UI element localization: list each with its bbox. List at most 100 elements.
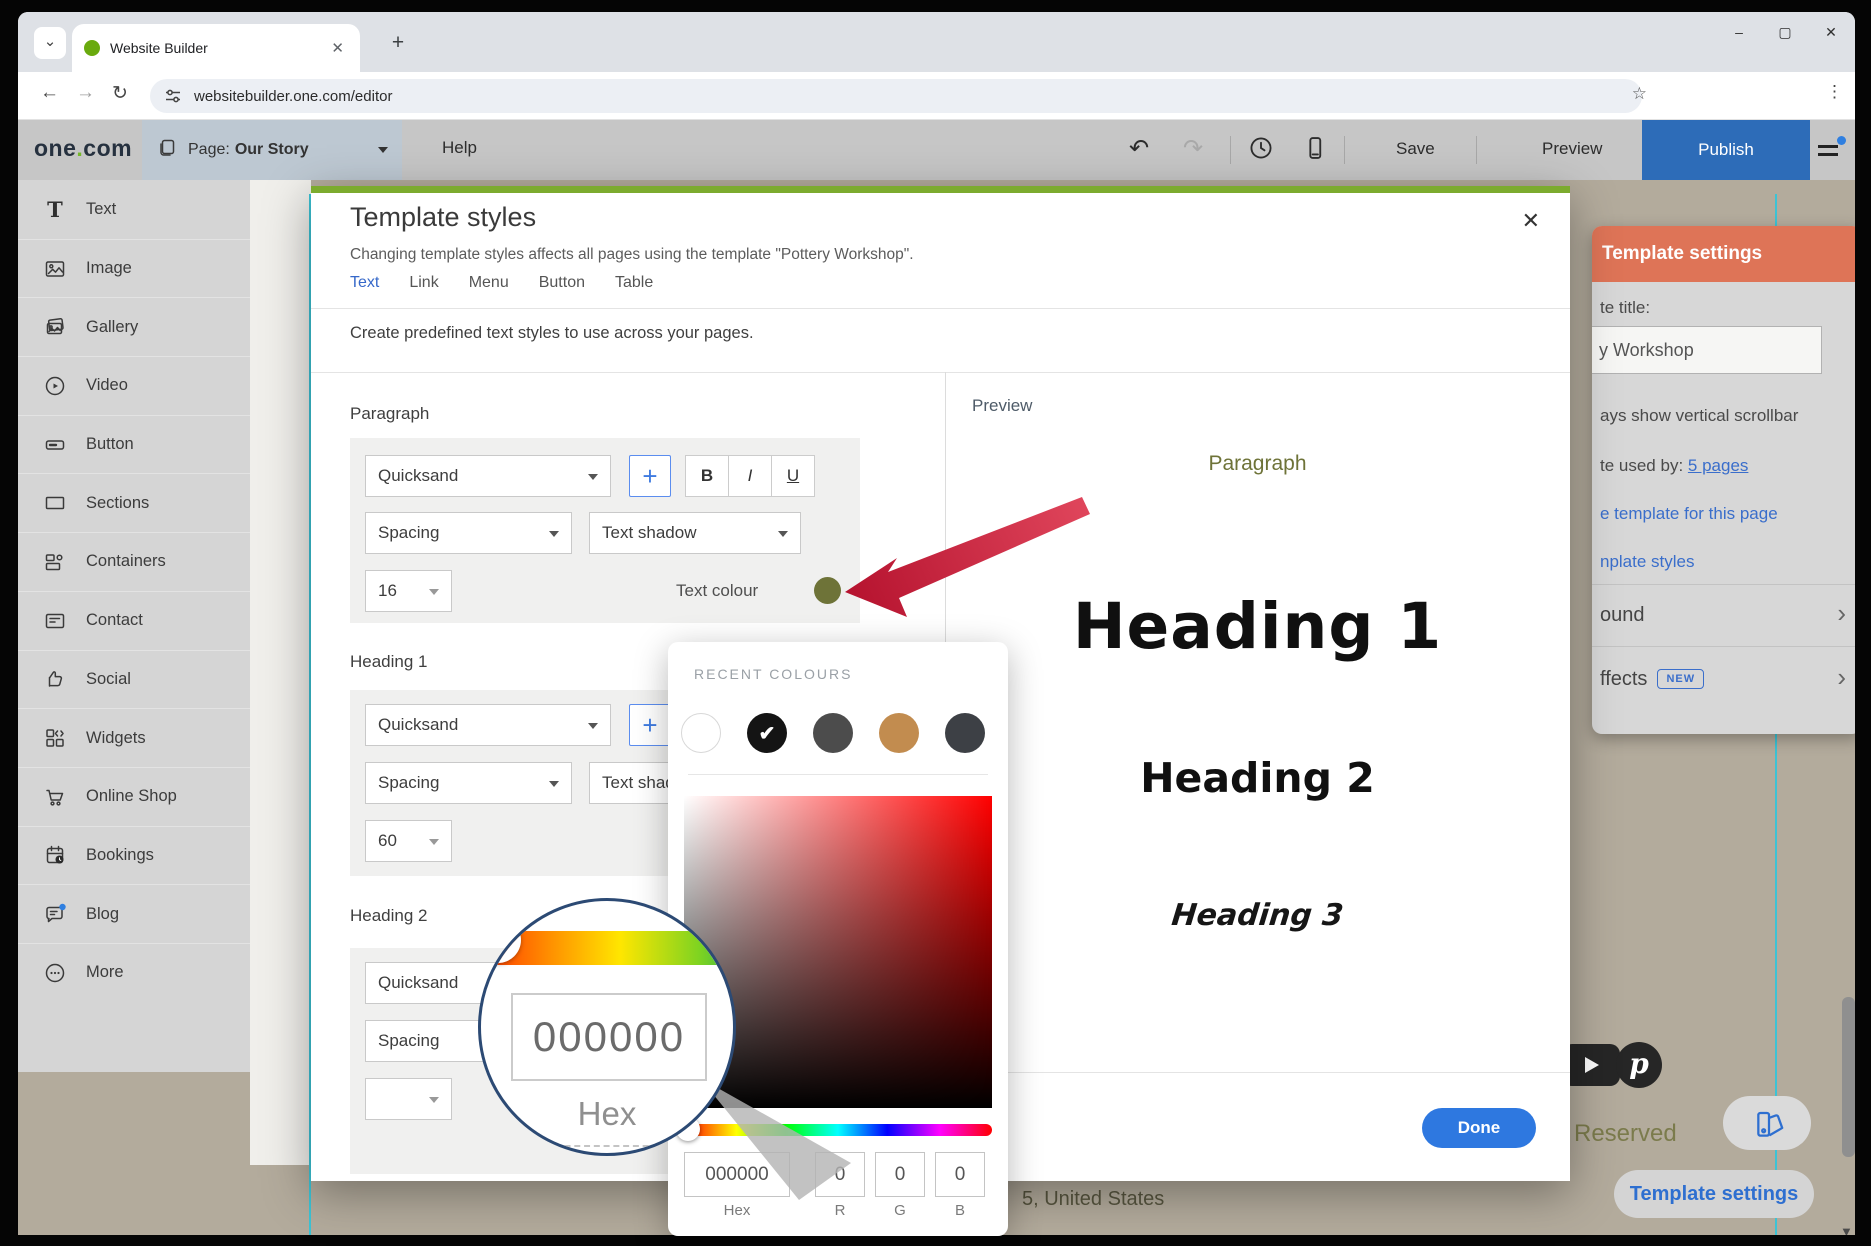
recent-colour-swatch[interactable]: [945, 713, 985, 753]
site-settings-icon[interactable]: [164, 87, 182, 105]
green-input[interactable]: [875, 1152, 925, 1197]
sidebar-item-sections[interactable]: Sections: [18, 473, 250, 532]
modal-subtitle: Changing template styles affects all pag…: [350, 246, 914, 264]
modal-intro-text: Create predefined text styles to use acr…: [350, 324, 754, 343]
preview-button[interactable]: Preview: [1542, 139, 1602, 159]
back-icon[interactable]: ←: [40, 82, 59, 104]
template-styles-link[interactable]: nplate styles: [1600, 552, 1695, 572]
page-icon: [156, 137, 178, 164]
tab-menu[interactable]: Menu: [469, 274, 509, 292]
tab-close-icon[interactable]: ✕: [327, 39, 348, 57]
chevron-right-icon[interactable]: ›: [1837, 662, 1846, 693]
window-close-button[interactable]: ✕: [1821, 24, 1841, 41]
spacing-select[interactable]: Spacing: [365, 762, 572, 804]
footer-divider: [945, 1072, 1570, 1073]
add-style-button[interactable]: +: [629, 704, 671, 746]
preview-heading3: Heading 3: [943, 898, 1572, 933]
template-settings-button[interactable]: Template settings: [1614, 1170, 1814, 1218]
sidebar-item-more[interactable]: More: [18, 943, 250, 1002]
sidebar-item-contact[interactable]: Contact: [18, 591, 250, 650]
sidebar-item-blog[interactable]: Blog: [18, 884, 250, 943]
new-tab-button[interactable]: +: [384, 30, 412, 58]
blue-label: B: [935, 1202, 985, 1219]
recent-colours-row: ✔: [681, 713, 985, 753]
window-minimize-button[interactable]: –: [1729, 24, 1749, 41]
underline-button[interactable]: U: [771, 455, 815, 497]
tab-button[interactable]: Button: [539, 274, 585, 292]
chevron-right-icon[interactable]: ›: [1837, 598, 1846, 629]
youtube-icon[interactable]: [1562, 1044, 1620, 1086]
browser-tab[interactable]: Website Builder ✕: [72, 24, 360, 72]
mobile-preview-icon[interactable]: [1300, 134, 1330, 164]
italic-button[interactable]: I: [728, 455, 772, 497]
used-by-pages-link[interactable]: 5 pages: [1688, 456, 1749, 475]
save-button[interactable]: Save: [1396, 139, 1435, 159]
sidebar-item-video[interactable]: Video: [18, 356, 250, 415]
url-field[interactable]: websitebuilder.one.com/editor: [150, 79, 1642, 113]
font-size-select[interactable]: 16: [365, 570, 452, 612]
sidebar-item-widgets[interactable]: Widgets: [18, 708, 250, 767]
close-icon[interactable]: ✕: [1522, 208, 1540, 234]
background-row-label[interactable]: ound: [1600, 604, 1645, 627]
undo-icon[interactable]: ↶: [1124, 134, 1154, 164]
sidebar-item-online-shop[interactable]: Online Shop: [18, 767, 250, 826]
font-size-select[interactable]: 60: [365, 820, 452, 862]
sidebar-item-containers[interactable]: Containers: [18, 532, 250, 591]
toolbar-divider: [1476, 136, 1477, 164]
window-maximize-button[interactable]: ▢: [1775, 24, 1795, 41]
forward-icon[interactable]: →: [76, 82, 95, 104]
bold-button[interactable]: B: [685, 455, 729, 497]
panel-divider: [1592, 646, 1855, 647]
editor-menu-icon[interactable]: [1816, 136, 1846, 166]
font-select[interactable]: Quicksand: [365, 455, 611, 497]
divider: [311, 308, 1570, 309]
publish-button[interactable]: Publish: [1642, 120, 1810, 180]
done-button[interactable]: Done: [1422, 1108, 1536, 1148]
style-swatchbook-button[interactable]: [1723, 1096, 1811, 1150]
tab-table[interactable]: Table: [615, 274, 653, 292]
recent-colour-swatch[interactable]: [813, 713, 853, 753]
red-input[interactable]: [815, 1152, 865, 1197]
sidebar-item-image[interactable]: Image: [18, 239, 250, 298]
gallery-icon: [42, 315, 68, 339]
tab-search-button[interactable]: ⌄: [34, 27, 66, 59]
page-selector[interactable]: Page:Our Story: [142, 120, 402, 180]
preview-heading1: Heading 1: [945, 590, 1570, 663]
hex-input[interactable]: [684, 1152, 790, 1197]
scrollbar-down-arrow[interactable]: ▼: [1840, 1224, 1853, 1235]
text-shadow-select[interactable]: Text shadow: [589, 512, 801, 554]
recent-colour-swatch[interactable]: ✔: [747, 713, 787, 753]
tab-text[interactable]: Text: [350, 274, 379, 292]
recent-colour-swatch[interactable]: [879, 713, 919, 753]
site-title-input[interactable]: [1592, 326, 1822, 374]
sidebar-item-gallery[interactable]: Gallery: [18, 297, 250, 356]
change-template-link[interactable]: e template for this page: [1600, 504, 1778, 524]
recent-colour-swatch[interactable]: [681, 713, 721, 753]
scrollbar-thumb[interactable]: [1842, 997, 1855, 1157]
sidebar-item-social[interactable]: Social: [18, 650, 250, 709]
add-style-button[interactable]: +: [629, 455, 671, 497]
text-colour-swatch[interactable]: [814, 577, 841, 604]
blue-input[interactable]: [935, 1152, 985, 1197]
effects-row-label[interactable]: ffectsNEW: [1600, 668, 1704, 691]
sidebar-item-text[interactable]: TText: [18, 180, 250, 239]
used-by-row: te used by: 5 pages: [1600, 456, 1748, 476]
history-icon[interactable]: [1246, 134, 1276, 164]
help-button[interactable]: Help: [442, 138, 477, 158]
sidebar-item-button[interactable]: Button: [18, 415, 250, 474]
pinterest-icon[interactable]: p: [1616, 1042, 1662, 1088]
reload-icon[interactable]: ↻: [112, 82, 128, 105]
browser-menu-icon[interactable]: ⋮: [1826, 82, 1843, 102]
sidebar-item-bookings[interactable]: Bookings: [18, 826, 250, 885]
tab-link[interactable]: Link: [409, 274, 438, 292]
more-icon: [42, 961, 68, 985]
editor-toolbar: one.com Page:Our Story Help ↶ ↷ Save Pre…: [18, 120, 1855, 180]
hex-label: Hex: [684, 1202, 790, 1219]
bookmark-star-icon[interactable]: ☆: [1632, 84, 1647, 104]
font-size-select[interactable]: [365, 1078, 452, 1120]
notification-dot: [1837, 136, 1846, 145]
font-select[interactable]: Quicksand: [365, 704, 611, 746]
redo-icon[interactable]: ↷: [1178, 134, 1208, 164]
spacing-select[interactable]: Spacing: [365, 512, 572, 554]
tab-favicon: [84, 40, 100, 56]
